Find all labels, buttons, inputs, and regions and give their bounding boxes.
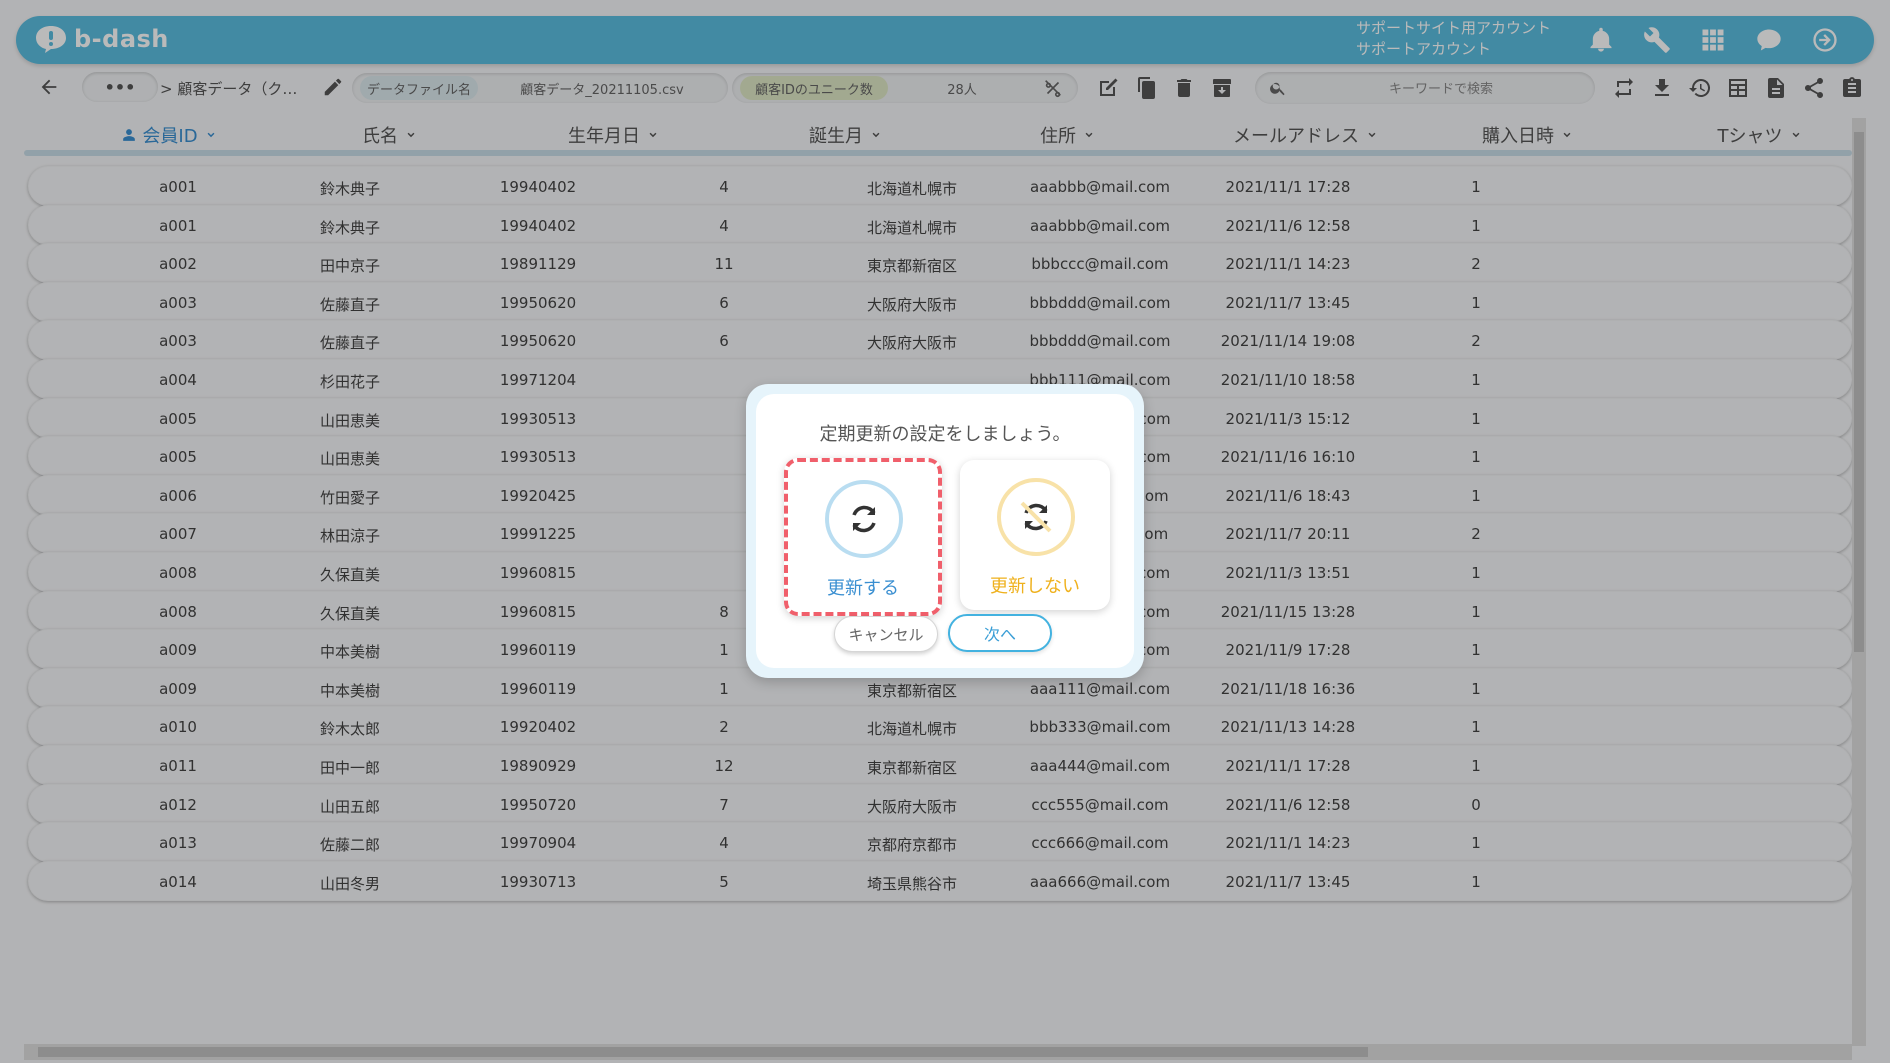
option-no-update-card[interactable]: 更新しない [960,460,1110,610]
next-button[interactable]: 次へ [948,614,1052,652]
update-setting-dialog: 定期更新の設定をしましょう。 更新する 更新しない キャンセル 次へ [746,384,1144,678]
refresh-off-icon [1020,501,1052,533]
dialog-title: 定期更新の設定をしましょう。 [819,424,1071,445]
cancel-button[interactable]: キャンセル [834,616,938,652]
dialog-body: 定期更新の設定をしましょう。 更新する 更新しない キャンセル 次へ [756,394,1134,668]
refresh-icon-ring [825,480,903,558]
option-update-label: 更新する [827,578,899,599]
option-update-card[interactable]: 更新する [784,458,942,616]
refresh-off-icon-ring [997,478,1075,556]
refresh-icon [852,505,876,533]
option-no-update-label: 更新しない [990,576,1080,597]
